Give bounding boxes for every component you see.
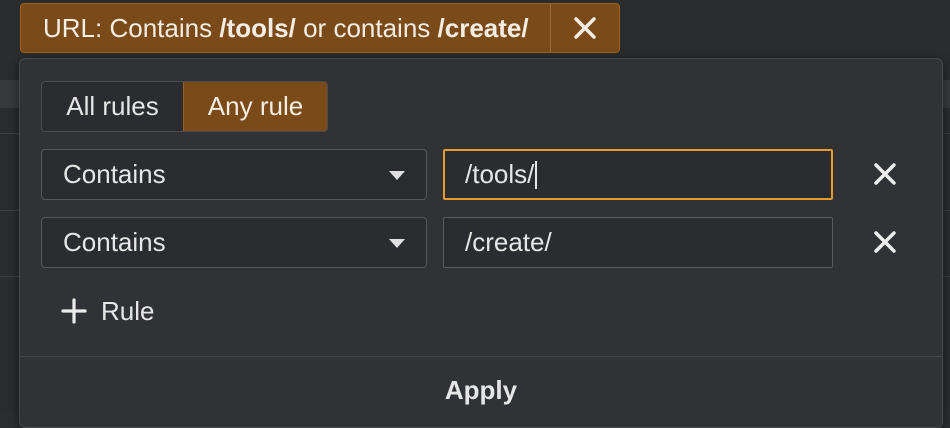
rule-value-text: /create/ — [465, 227, 552, 258]
rule-value-text: /tools/ — [465, 159, 534, 190]
rule-value-input[interactable]: /tools/ — [443, 149, 833, 200]
operator-select[interactable]: Contains — [41, 149, 427, 200]
rule-row: Contains /tools/ — [41, 149, 921, 200]
operator-select[interactable]: Contains — [41, 217, 427, 268]
rule-row: Contains /create/ — [41, 217, 921, 268]
chevron-down-icon — [389, 239, 405, 248]
chip-prefix: URL: Contains — [43, 13, 219, 44]
chip-value-1: /tools/ — [219, 13, 296, 44]
chip-value-2: /create/ — [438, 13, 529, 44]
apply-button[interactable]: Apply — [20, 357, 942, 427]
chip-middle: or contains — [296, 13, 438, 44]
url-filter-chip[interactable]: URL: Contains /tools/ or contains /creat… — [20, 3, 620, 53]
operator-select-value: Contains — [63, 227, 166, 258]
add-rule-label: Rule — [101, 296, 154, 327]
remove-rule-button[interactable] — [867, 224, 903, 260]
close-icon — [873, 230, 897, 254]
rule-value-input[interactable]: /create/ — [443, 217, 833, 268]
add-rule-button[interactable]: Rule — [61, 291, 154, 331]
match-mode-toggle: All rules Any rule — [41, 81, 328, 132]
filter-popover: All rules Any rule Contains /tools/ Cont… — [19, 58, 943, 428]
chevron-down-icon — [389, 171, 405, 180]
text-cursor — [535, 161, 537, 189]
remove-filter-button[interactable] — [551, 4, 619, 52]
any-rule-option[interactable]: Any rule — [183, 82, 327, 131]
all-rules-option[interactable]: All rules — [42, 82, 183, 131]
remove-rule-button[interactable] — [867, 156, 903, 192]
plus-icon — [61, 298, 87, 324]
operator-select-value: Contains — [63, 159, 166, 190]
url-filter-chip-label[interactable]: URL: Contains /tools/ or contains /creat… — [21, 4, 550, 52]
close-icon — [573, 16, 597, 40]
close-icon — [873, 162, 897, 186]
